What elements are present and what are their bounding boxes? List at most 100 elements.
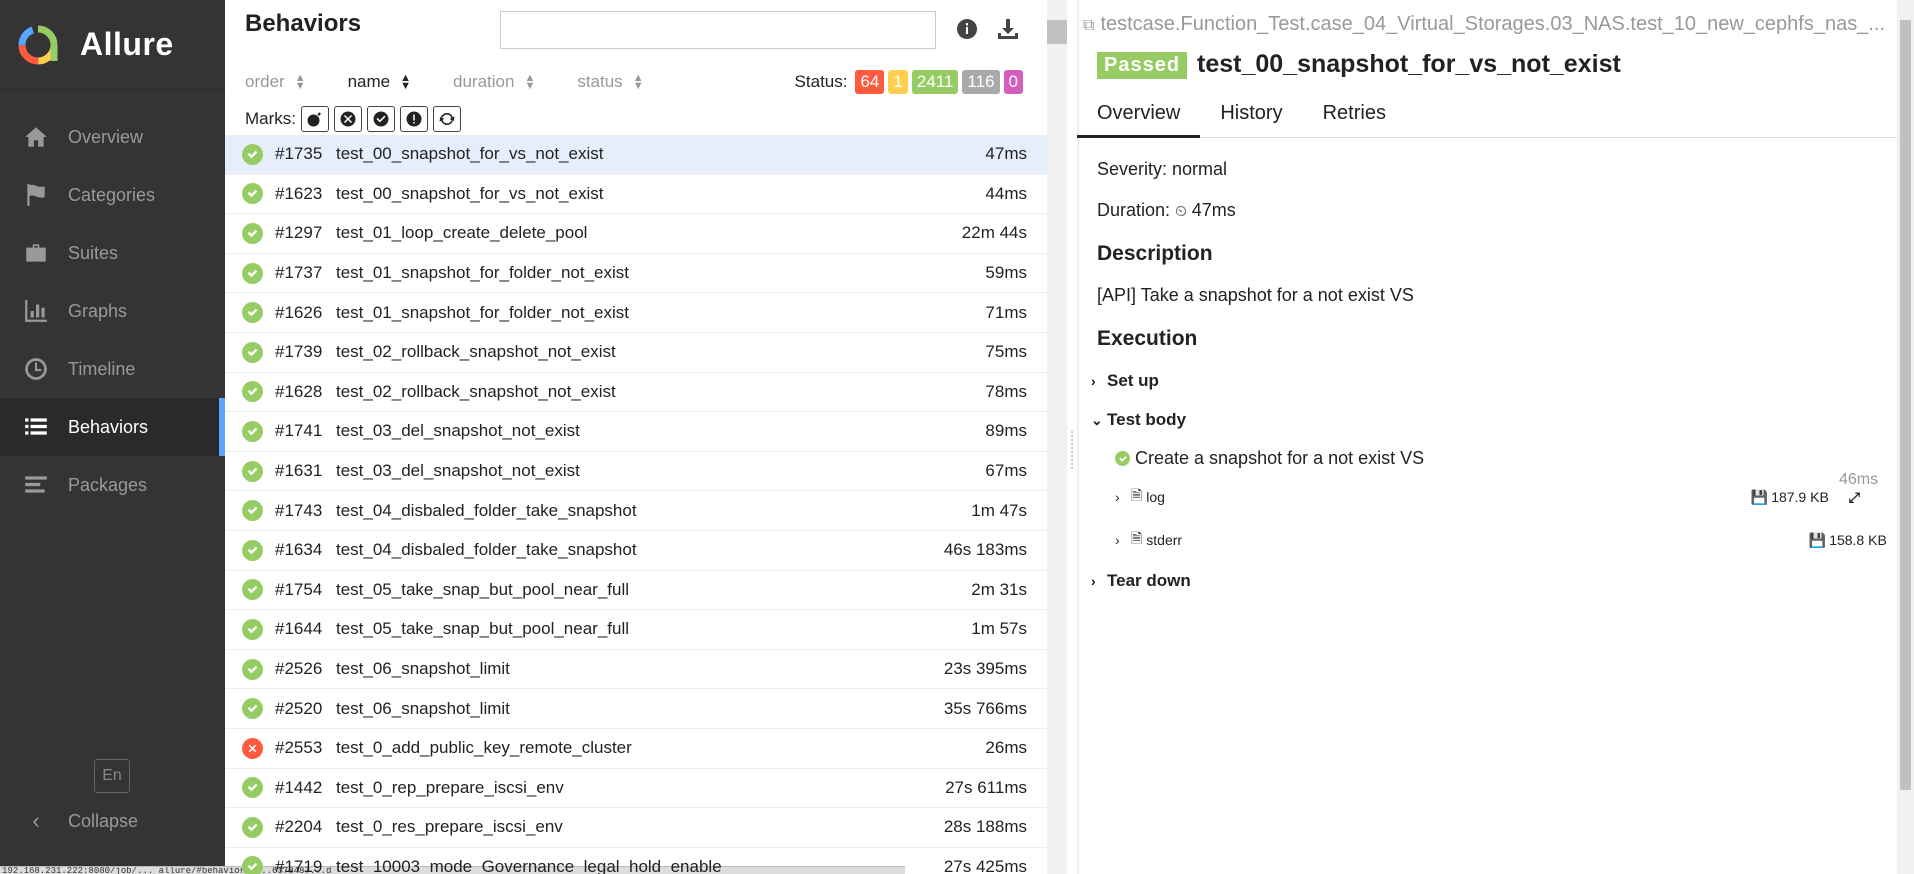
sidebar-item-behaviors[interactable]: Behaviors <box>0 398 225 456</box>
sidebar-item-categories[interactable]: Categories <box>0 166 225 224</box>
check-circle-icon <box>242 460 263 482</box>
sidebar-item-overview[interactable]: Overview <box>0 108 225 166</box>
status-badge-unknown[interactable]: 0 <box>1003 70 1023 94</box>
breadcrumb[interactable]: ⧉ testcase.Function_Test.case_04_Virtual_… <box>1083 13 1893 36</box>
row-name: test_03_del_snapshot_not_exist <box>336 461 580 481</box>
mark-new-passed-button[interactable] <box>367 106 395 132</box>
row-order: #1634 <box>275 540 323 560</box>
brand[interactable]: Allure <box>0 0 225 90</box>
check-circle-icon <box>242 658 263 680</box>
collapse-button[interactable]: ‹ Collapse <box>22 806 138 836</box>
sort-duration[interactable]: duration ▲ ▼ <box>453 72 535 92</box>
language-button[interactable]: En <box>94 759 130 793</box>
table-row[interactable]: #2526 test_06_snapshot_limit 23s 395ms <box>225 650 1047 690</box>
save-icon[interactable]: 💾 <box>1809 532 1826 549</box>
sidebar-item-label: Categories <box>68 184 156 205</box>
table-row[interactable]: #1743 test_04_disbaled_folder_take_snapsh… <box>225 491 1047 531</box>
marks-label: Marks: <box>245 109 296 128</box>
table-row[interactable]: #1741 test_03_del_snapshot_not_exist 89ms <box>225 412 1047 452</box>
attachment-log[interactable]: › 🗎 log 💾 187.9 KB ⤢ <box>1115 485 1860 509</box>
row-order: #1739 <box>275 342 323 362</box>
table-row[interactable]: #1626 test_01_snapshot_for_folder_not_exi… <box>225 293 1047 333</box>
row-name: test_05_take_snap_but_pool_near_full <box>336 579 630 599</box>
chevron-down-icon: ⌄ <box>1091 411 1103 428</box>
check-circle-icon <box>373 111 389 127</box>
scrollbar-thumb[interactable] <box>1047 20 1067 44</box>
step-setup[interactable]: › Set up <box>1091 371 1159 391</box>
sidebar-item-packages[interactable]: Packages <box>0 456 225 514</box>
test-step[interactable]: Create a snapshot for a not exist VS <box>1115 448 1860 469</box>
row-duration: 78ms <box>985 381 1027 401</box>
table-row[interactable]: #2204 test_0_res_prepare_iscsi_env 28s 188… <box>225 808 1047 848</box>
table-row[interactable]: #1628 test_02_rollback_snapshot_not_exist… <box>225 373 1047 413</box>
test-detail-pane: ⧉ testcase.Function_Test.case_04_Virtual_… <box>1077 0 1897 874</box>
sidebar-item-timeline[interactable]: Timeline <box>0 340 225 398</box>
splitter-grip-icon[interactable] <box>1070 430 1074 470</box>
search-input[interactable] <box>500 11 936 49</box>
home-icon <box>22 123 50 151</box>
tab-retries[interactable]: Retries <box>1303 95 1406 138</box>
row-name: test_06_snapshot_limit <box>336 659 510 679</box>
status-badge: Passed <box>1097 52 1188 79</box>
tab-overview[interactable]: Overview <box>1077 95 1201 138</box>
table-row[interactable]: #1623 test_00_snapshot_for_vs_not_exist 44… <box>225 175 1047 215</box>
row-name: test_00_snapshot_for_vs_not_exist <box>336 183 604 203</box>
sidebar-item-suites[interactable]: Suites <box>0 224 225 282</box>
attachment-stderr[interactable]: › 🗎 stderr 💾 158.8 KB ⤢ <box>1115 528 1897 552</box>
check-circle-icon <box>242 143 263 165</box>
mark-new-failed-button[interactable] <box>334 106 362 132</box>
sort-name[interactable]: name ▲ ▼ <box>348 72 411 92</box>
status-badge-skipped[interactable]: 116 <box>962 70 1000 94</box>
row-order: #1297 <box>275 223 323 243</box>
mark-new-broken-button[interactable] <box>400 106 428 132</box>
detail-scrollbar[interactable] <box>1897 0 1914 874</box>
download-icon[interactable] <box>995 16 1021 42</box>
step-teardown[interactable]: › Tear down <box>1091 571 1191 591</box>
status-badge-passed[interactable]: 2411 <box>911 70 959 94</box>
sidebar-item-label: Packages <box>68 474 148 495</box>
table-row[interactable]: #1644 test_05_take_snap_but_pool_near_ful… <box>225 610 1047 650</box>
copy-icon[interactable]: ⧉ <box>1083 17 1094 34</box>
check-circle-icon <box>242 500 263 522</box>
table-row[interactable]: #1739 test_02_rollback_snapshot_not_exist… <box>225 333 1047 373</box>
test-title: test_00_snapshot_for_vs_not_exist <box>1197 50 1621 78</box>
row-duration: 89ms <box>985 421 1027 441</box>
step-test-body[interactable]: ⌄ Test body <box>1091 410 1186 430</box>
allure-logo-icon <box>18 25 58 64</box>
chevron-right-icon: › <box>1091 573 1096 589</box>
table-row[interactable]: #2553 test_0_add_public_key_remote_cluste… <box>225 729 1047 769</box>
sort-order[interactable]: order ▲ ▼ <box>245 72 306 92</box>
table-row[interactable]: #1634 test_04_disbaled_folder_take_snapsh… <box>225 531 1047 571</box>
clock-icon <box>22 355 50 383</box>
sidebar-item-graphs[interactable]: Graphs <box>0 282 225 340</box>
row-order: #2526 <box>275 659 323 679</box>
table-row[interactable]: #1631 test_03_del_snapshot_not_exist 67ms <box>225 452 1047 492</box>
check-circle-icon <box>242 341 263 363</box>
status-badge-broken[interactable]: 1 <box>888 70 908 94</box>
description-heading: Description <box>1097 242 1213 265</box>
row-order: #1737 <box>275 263 323 283</box>
table-row[interactable]: #2520 test_06_snapshot_limit 35s 766ms <box>225 689 1047 729</box>
tab-history[interactable]: History <box>1200 95 1302 138</box>
bar-chart-icon <box>22 297 50 325</box>
sort-status[interactable]: status ▲ ▼ <box>577 72 643 92</box>
info-icon[interactable] <box>954 16 980 42</box>
row-duration: 44ms <box>985 183 1027 203</box>
status-badge-failed[interactable]: 64 <box>855 70 885 94</box>
save-icon[interactable]: 💾 <box>1751 489 1768 506</box>
table-row[interactable]: #1719 test_10003_mode_Governance_legal_ho… <box>225 848 1047 874</box>
mark-flaky-button[interactable] <box>301 106 329 132</box>
attachment-size: 187.9 KB <box>1771 489 1829 505</box>
mark-retries-button[interactable] <box>433 106 461 132</box>
row-name: test_01_loop_create_delete_pool <box>336 223 588 243</box>
sort-arrows-icon: ▲ ▼ <box>294 72 306 92</box>
table-row[interactable]: #1737 test_01_snapshot_for_folder_not_exi… <box>225 254 1047 294</box>
expand-icon[interactable]: ⤢ <box>1849 489 1860 506</box>
description-text: [API] Take a snapshot for a not exist VS <box>1097 285 1414 305</box>
detail-tabs: Overview History Retries <box>1077 95 1897 138</box>
table-row[interactable]: #1754 test_05_take_snap_but_pool_near_ful… <box>225 571 1047 611</box>
table-row[interactable]: #1735 test_00_snapshot_for_vs_not_exist 47… <box>225 135 1047 175</box>
table-row[interactable]: #1442 test_0_rep_prepare_iscsi_env 27s 611… <box>225 769 1047 809</box>
table-row[interactable]: #1297 test_01_loop_create_delete_pool 22m … <box>225 214 1047 254</box>
scrollbar-thumb[interactable] <box>1900 20 1911 790</box>
